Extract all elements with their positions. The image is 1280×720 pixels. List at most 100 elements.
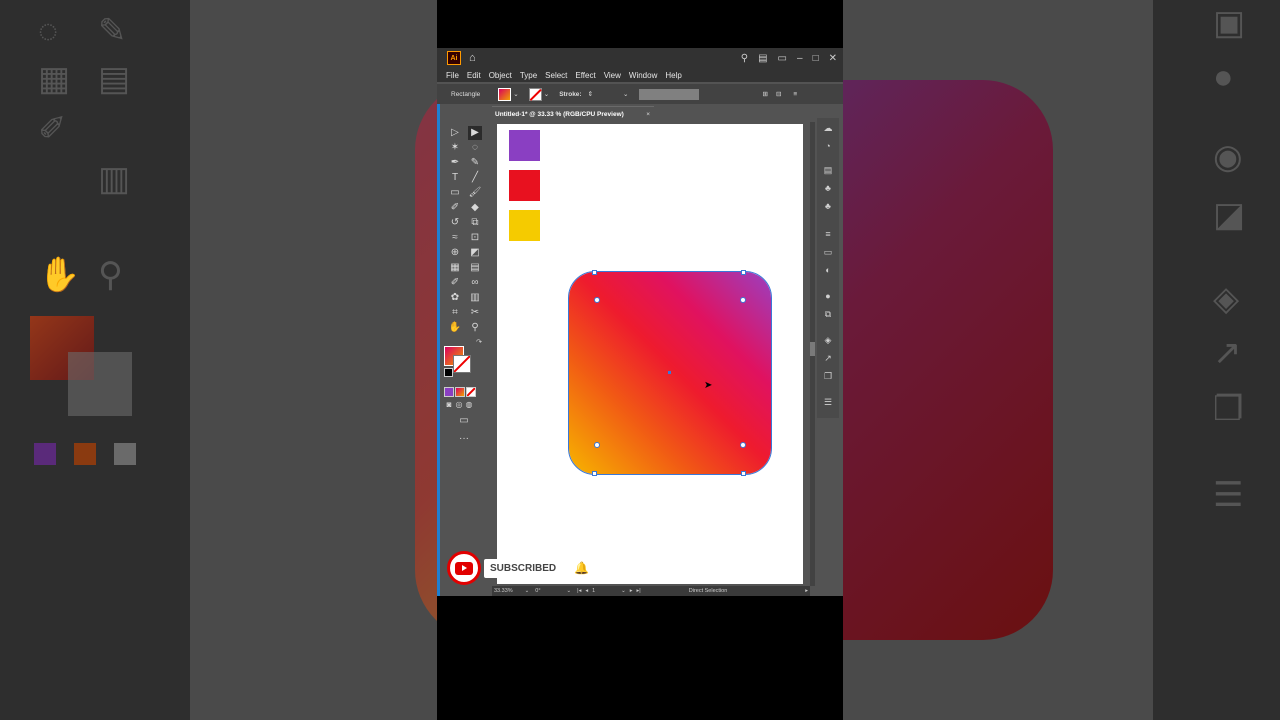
more-tools-icon[interactable]: ··· [457, 432, 471, 446]
type-tool-icon[interactable]: T [448, 171, 462, 185]
hand-tool-icon[interactable]: ✋ [448, 321, 462, 335]
zoom-level[interactable]: 33.33% [494, 588, 513, 594]
zoom-tool-icon[interactable]: ⚲ [468, 321, 482, 335]
artboard-tool-icon[interactable]: ⌗ [448, 306, 462, 320]
line-tool-icon[interactable]: ╱ [468, 171, 482, 185]
canvas-area[interactable]: ➤ [492, 122, 810, 586]
bell-icon[interactable]: 🔔 [574, 561, 589, 575]
properties-icon[interactable]: ☰ [822, 396, 834, 408]
none-mode-icon[interactable] [466, 387, 476, 397]
rectangle-tool-icon[interactable]: ▭ [448, 186, 462, 200]
lasso-icon[interactable]: ◌ [468, 141, 482, 155]
chevron-down-icon[interactable]: ⌄ [621, 588, 626, 594]
artboard[interactable]: ➤ [497, 124, 803, 584]
symbols-icon[interactable]: ♣ [822, 182, 834, 194]
menu-file[interactable]: File [446, 71, 459, 80]
column-graph-icon[interactable]: ▥ [468, 291, 482, 305]
scale-tool-icon[interactable]: ⧉ [468, 216, 482, 230]
vertical-scrollbar[interactable] [810, 122, 815, 586]
home-icon[interactable]: ⌂ [469, 52, 481, 64]
color-guide-icon[interactable]: ◔ [822, 140, 834, 152]
mesh-tool-icon[interactable]: ▦ [448, 261, 462, 275]
anchor-point[interactable] [741, 471, 746, 476]
free-transform-icon[interactable]: ⊡ [468, 231, 482, 245]
blend-tool-icon[interactable]: ∞ [468, 276, 482, 290]
distribute-icon[interactable]: ⊟ [776, 90, 781, 98]
scrollbar-thumb[interactable] [810, 342, 815, 356]
maximize-icon[interactable]: □ [813, 53, 819, 64]
panel-icon[interactable]: ▭ [778, 53, 787, 64]
menu-help[interactable]: Help [665, 71, 681, 80]
arrange-icon[interactable]: ▤ [758, 53, 767, 64]
yellow-swatch[interactable] [509, 210, 540, 241]
minimize-icon[interactable]: – [797, 53, 803, 64]
menu-type[interactable]: Type [520, 71, 537, 80]
center-point[interactable] [668, 371, 671, 374]
menu-edit[interactable]: Edit [467, 71, 481, 80]
magic-wand-icon[interactable]: ✶ [448, 141, 462, 155]
stroke-panel-icon[interactable]: ≡ [822, 228, 834, 240]
chevron-down-icon[interactable]: ⌄ [513, 90, 518, 98]
next-artboard-icon[interactable]: ▸ [630, 588, 633, 594]
chevron-down-icon[interactable]: ⌄ [623, 90, 628, 98]
libraries-icon[interactable]: ☁ [822, 122, 834, 134]
gradient-panel-icon[interactable]: ▭ [822, 246, 834, 258]
curvature-icon[interactable]: ✎ [468, 156, 482, 170]
shaper-tool-icon[interactable]: ✐ [448, 201, 462, 215]
menu-select[interactable]: Select [545, 71, 567, 80]
paintbrush-icon[interactable]: 🖌 [468, 186, 482, 200]
perspective-grid-icon[interactable]: ◩ [468, 246, 482, 260]
status-menu-icon[interactable]: ▸ [805, 588, 808, 594]
width-tool-icon[interactable]: ≈ [448, 231, 462, 245]
chevron-down-icon[interactable]: ⌄ [567, 588, 572, 594]
menu-effect[interactable]: Effect [575, 71, 595, 80]
transparency-icon[interactable]: ◐ [822, 264, 834, 276]
selection-tool-icon[interactable]: ▷ [448, 126, 462, 140]
anchor-point[interactable] [592, 270, 597, 275]
pen-tool-icon[interactable]: ✒ [448, 156, 462, 170]
slice-tool-icon[interactable]: ✂ [468, 306, 482, 320]
artboard-number[interactable]: 1 [592, 588, 595, 594]
corner-widget[interactable] [740, 297, 746, 303]
corner-widget[interactable] [594, 297, 600, 303]
close-icon[interactable]: × [646, 111, 650, 118]
export-icon[interactable]: ↗ [822, 352, 834, 364]
graphic-styles-icon[interactable]: ♣ [822, 200, 834, 212]
search-icon[interactable]: ⚲ [741, 53, 748, 64]
stepper-icon[interactable]: ⇕ [588, 90, 593, 98]
asset-export-icon[interactable]: ⧉ [822, 308, 834, 320]
gradient-tool-icon[interactable]: ▤ [468, 261, 482, 275]
symbol-sprayer-icon[interactable]: ✿ [448, 291, 462, 305]
menu-window[interactable]: Window [629, 71, 657, 80]
prev-artboard-icon[interactable]: ◂ [585, 588, 588, 594]
chevron-down-icon[interactable]: ⌄ [525, 588, 530, 594]
appearance-icon[interactable]: ● [822, 290, 834, 302]
eyedropper-icon[interactable]: ✐ [448, 276, 462, 290]
subscribed-button[interactable]: SUBSCRIBED [484, 558, 563, 578]
stroke-swatch-control[interactable] [528, 87, 542, 101]
default-colors-icon[interactable] [444, 368, 453, 377]
brushes-icon[interactable]: ▤ [822, 164, 834, 176]
color-mode-icon[interactable] [444, 387, 454, 397]
anchor-point[interactable] [741, 270, 746, 275]
style-field[interactable] [638, 88, 699, 100]
close-icon[interactable]: ✕ [829, 53, 837, 64]
last-artboard-icon[interactable]: ▸| [637, 588, 641, 594]
red-swatch[interactable] [509, 170, 540, 201]
menu-view[interactable]: View [604, 71, 621, 80]
screen-mode-icon[interactable]: ▭ [457, 414, 471, 428]
rotation-value[interactable]: 0° [535, 588, 540, 594]
anchor-point[interactable] [592, 471, 597, 476]
artboards-icon[interactable]: ❐ [822, 370, 834, 382]
draw-inside-icon[interactable]: ◍ [462, 398, 476, 412]
layers-icon[interactable]: ◈ [822, 334, 834, 346]
eraser-icon[interactable]: ◆ [468, 201, 482, 215]
rotate-tool-icon[interactable]: ↺ [448, 216, 462, 230]
align-icon[interactable]: ⊞ [763, 90, 768, 98]
document-tab[interactable]: Untitled-1* @ 33.33 % (RGB/CPU Preview) … [492, 106, 654, 122]
menu-object[interactable]: Object [489, 71, 512, 80]
shape-builder-icon[interactable]: ⊕ [448, 246, 462, 260]
corner-widget[interactable] [740, 442, 746, 448]
stroke-color-swatch[interactable] [453, 355, 471, 373]
direct-selection-tool-icon[interactable]: ▶ [468, 126, 482, 140]
